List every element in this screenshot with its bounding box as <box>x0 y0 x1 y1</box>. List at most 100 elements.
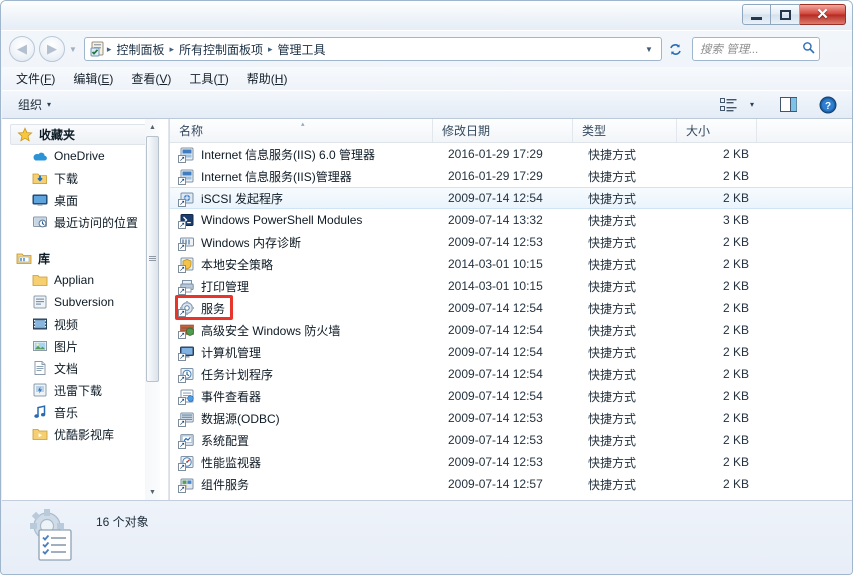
sidebar-item-videos[interactable]: 视频 <box>2 313 168 335</box>
scrollbar-thumb[interactable] <box>146 136 159 382</box>
breadcrumb-item-administrative-tools[interactable]: 管理工具 <box>274 40 330 59</box>
file-row-4[interactable]: ↗ Windows 内存诊断 2009-07-14 12:53 快捷方式 2 KB <box>170 231 852 253</box>
refresh-button[interactable] <box>665 38 687 60</box>
chevron-down-icon[interactable]: ▼ <box>639 45 659 54</box>
scroll-up-arrow-icon[interactable]: ▲ <box>145 119 160 135</box>
close-button[interactable]: ✕ <box>800 4 846 25</box>
system-configuration-icon: ↗ <box>178 432 195 449</box>
file-type-13: 快捷方式 <box>588 433 637 448</box>
file-row-13[interactable]: ↗ 系统配置 2009-07-14 12:53 快捷方式 2 KB <box>170 429 852 451</box>
powershell-modules-icon: ↗ <box>178 212 195 229</box>
file-name-4: Windows 内存诊断 <box>201 235 302 250</box>
downloads-icon <box>32 170 48 186</box>
file-name-7: 服务 <box>201 301 226 316</box>
documents-icon <box>32 360 48 376</box>
scrollbar-grip-icon <box>149 256 156 262</box>
file-row-9[interactable]: ↗ 计算机管理 2009-07-14 12:54 快捷方式 2 KB <box>170 341 852 363</box>
sidebar-item-pictures-label: 图片 <box>54 339 79 354</box>
column-header-type-label: 类型 <box>582 124 607 138</box>
back-button[interactable]: ◀ <box>9 36 35 62</box>
file-name-3: Windows PowerShell Modules <box>201 213 363 227</box>
sort-ascending-icon: ▴ <box>301 121 305 128</box>
file-row-1[interactable]: ↗ Internet 信息服务(IIS)管理器 2016-01-29 17:29 快捷… <box>170 165 852 187</box>
sidebar-item-onedrive[interactable]: OneDrive <box>2 145 168 167</box>
file-row-3[interactable]: ↗ Windows PowerShell Modules 2009-07-14 13… <box>170 209 852 231</box>
menu-item-file-key: F <box>44 72 52 86</box>
menu-item-tools[interactable]: 工具(T) <box>189 70 228 87</box>
file-type-8: 快捷方式 <box>588 323 637 338</box>
services-icon: ↗ <box>178 300 195 317</box>
iis-manager-icon: ↗ <box>178 168 195 185</box>
sidebar-item-downloads[interactable]: 下载 <box>2 167 168 189</box>
component-services-icon: ↗ <box>178 476 195 493</box>
sidebar-item-youku-library-label: 优酷影视库 <box>54 427 115 442</box>
file-date-2: 2009-07-14 12:54 <box>448 191 543 205</box>
sidebar-item-desktop[interactable]: 桌面 <box>2 189 168 211</box>
sidebar-item-favorites[interactable]: 收藏夹 <box>10 124 158 145</box>
organize-button[interactable]: 组织 ▾ <box>18 96 51 113</box>
organize-label: 组织 <box>18 98 43 112</box>
minimize-icon <box>751 16 762 20</box>
column-header-name[interactable]: ▴ 名称 <box>170 119 433 142</box>
column-header-type[interactable]: 类型 <box>573 119 677 142</box>
file-date-7: 2009-07-14 12:54 <box>448 301 543 315</box>
file-row-2[interactable]: ↗ iSCSI 发起程序 2009-07-14 12:54 快捷方式 2 KB <box>170 187 852 209</box>
menu-item-file[interactable]: 文件(F) <box>16 70 55 87</box>
menu-item-view-key: V <box>159 72 168 86</box>
navigation-tree: 收藏夹 OneDrive 下载 桌面 最近访问的位置 库 Applian Sub… <box>2 119 168 445</box>
address-bar[interactable]: ▸ 控制面板 ▸ 所有控制面板项 ▸ 管理工具 ▼ <box>83 37 662 61</box>
column-header-size[interactable]: 大小 <box>677 119 757 142</box>
file-size-4: 2 KB <box>722 235 749 249</box>
sidebar-item-music[interactable]: 音乐 <box>2 401 168 423</box>
help-button[interactable]: ? <box>813 93 843 116</box>
search-box[interactable]: 搜索 管理... <box>691 37 820 61</box>
sidebar-item-recent-places[interactable]: 最近访问的位置 <box>2 211 168 233</box>
file-row-6[interactable]: ↗ 打印管理 2014-03-01 10:15 快捷方式 2 KB <box>170 275 852 297</box>
file-name-2: iSCSI 发起程序 <box>201 191 284 206</box>
memory-diagnostic-icon: ↗ <box>178 234 195 251</box>
sidebar-scrollbar[interactable]: ▲ ▼ <box>145 119 160 500</box>
file-type-6: 快捷方式 <box>588 279 637 294</box>
file-row-7[interactable]: ↗ 服务 2009-07-14 12:54 快捷方式 2 KB <box>170 297 852 319</box>
minimize-button[interactable] <box>742 4 771 25</box>
breadcrumb-item-control-panel[interactable]: 控制面板 <box>112 40 168 59</box>
close-icon: ✕ <box>816 6 829 23</box>
maximize-button[interactable] <box>771 4 800 25</box>
sidebar-item-subversion[interactable]: Subversion <box>2 291 168 313</box>
file-size-6: 2 KB <box>722 279 749 293</box>
sidebar-item-youku-library[interactable]: 优酷影视库 <box>2 423 168 445</box>
file-row-14[interactable]: ↗ 性能监视器 2009-07-14 12:53 快捷方式 2 KB <box>170 451 852 473</box>
file-row-11[interactable]: ↗ 事件查看器 2009-07-14 12:54 快捷方式 2 KB <box>170 385 852 407</box>
menu-item-help[interactable]: 帮助(H) <box>247 70 288 87</box>
sidebar-item-pictures[interactable]: 图片 <box>2 335 168 357</box>
sidebar-item-libraries[interactable]: 库 <box>2 247 168 269</box>
print-management-icon: ↗ <box>178 278 195 295</box>
sidebar-item-downloads-label: 下载 <box>54 171 79 186</box>
sidebar-item-applian[interactable]: Applian <box>2 269 168 291</box>
breadcrumb-item-all-items[interactable]: 所有控制面板项 <box>175 40 267 59</box>
view-options-button[interactable] <box>713 93 743 116</box>
file-list-pane: ▴ 名称 修改日期 类型 大小 ↗ Internet 信息服务(IIS) 6.0 … <box>170 119 852 500</box>
file-row-8[interactable]: ↗ 高级安全 Windows 防火墙 2009-07-14 12:54 快捷方式 2 K… <box>170 319 852 341</box>
menu-item-view[interactable]: 查看(V) <box>131 70 171 87</box>
search-input[interactable]: 搜索 管理... <box>700 41 802 57</box>
file-row-0[interactable]: ↗ Internet 信息服务(IIS) 6.0 管理器 2016-01-29 17… <box>170 143 852 165</box>
file-row-15[interactable]: ↗ 组件服务 2009-07-14 12:57 快捷方式 2 KB <box>170 473 852 495</box>
column-header-date[interactable]: 修改日期 <box>433 119 573 142</box>
sidebar-item-documents[interactable]: 文档 <box>2 357 168 379</box>
file-row-10[interactable]: ↗ 任务计划程序 2009-07-14 12:54 快捷方式 2 KB <box>170 363 852 385</box>
file-name-15: 组件服务 <box>201 477 250 492</box>
history-dropdown-icon[interactable]: ▼ <box>69 45 77 54</box>
menu-item-edit-label: 编辑 <box>73 72 98 86</box>
file-row-12[interactable]: ↗ 数据源(ODBC) 2009-07-14 12:53 快捷方式 2 KB <box>170 407 852 429</box>
command-bar: 组织 ▾ ▾ ? <box>2 90 852 119</box>
videos-icon <box>32 316 48 332</box>
forward-button[interactable]: ▶ <box>39 36 65 62</box>
file-size-0: 2 KB <box>722 147 749 161</box>
file-row-5[interactable]: ↗ 本地安全策略 2014-03-01 10:15 快捷方式 2 KB <box>170 253 852 275</box>
menu-item-edit[interactable]: 编辑(E) <box>73 70 113 87</box>
sidebar-item-thunder-download[interactable]: 迅雷下载 <box>2 379 168 401</box>
scroll-down-arrow-icon[interactable]: ▼ <box>145 484 160 500</box>
view-options-caret[interactable]: ▾ <box>743 93 761 116</box>
preview-pane-button[interactable] <box>773 93 803 116</box>
